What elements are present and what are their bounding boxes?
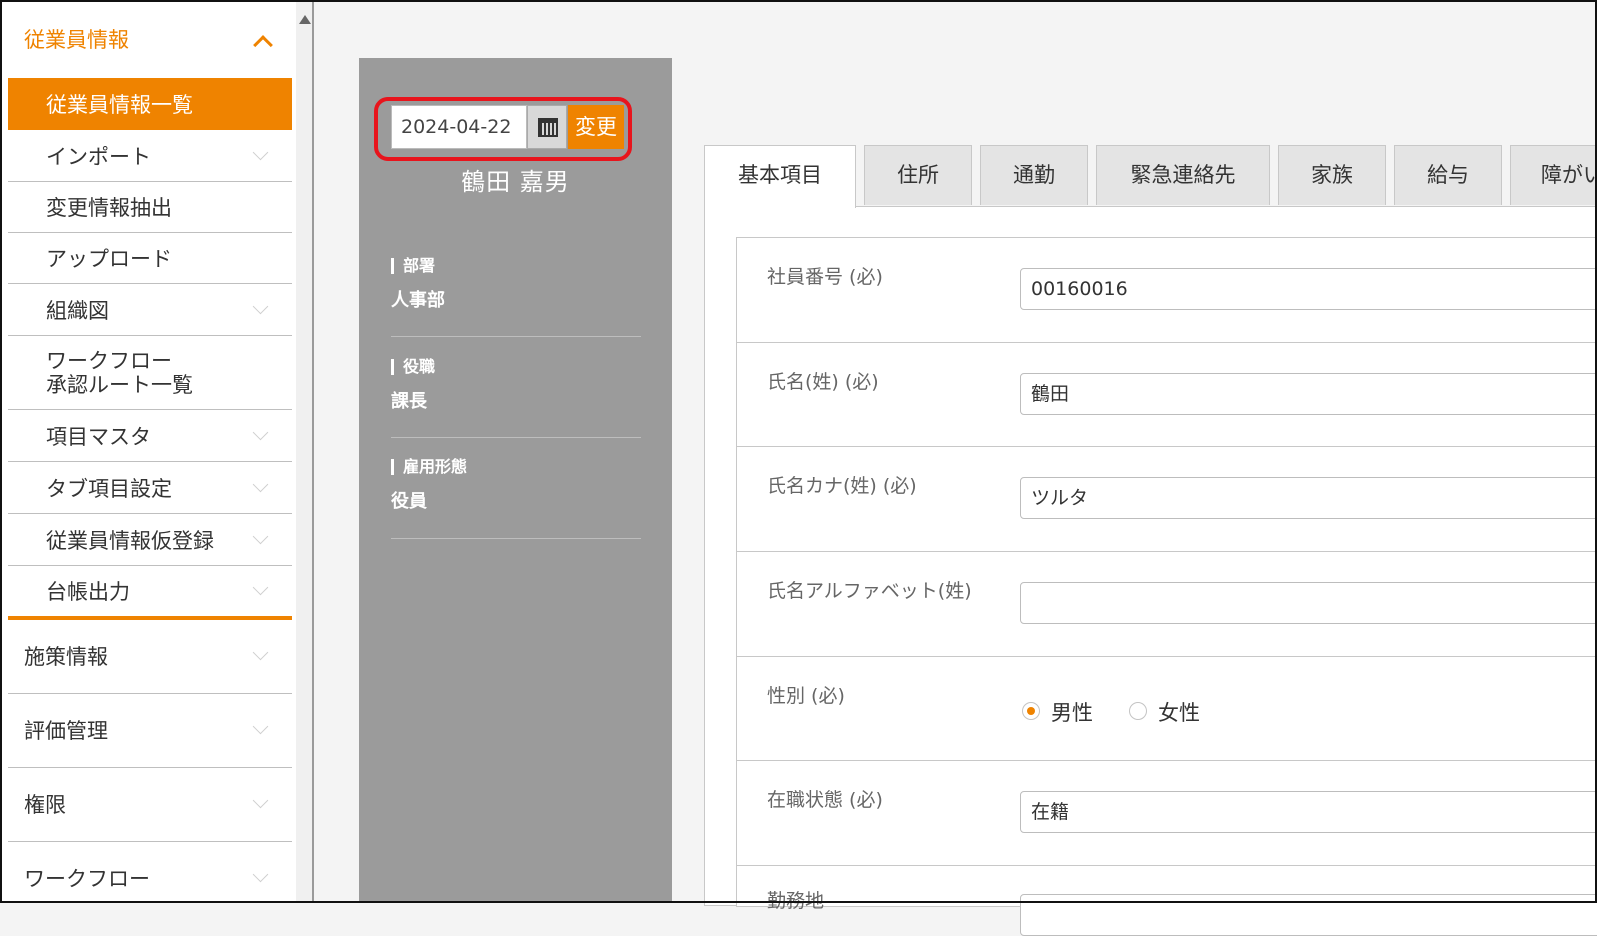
sidebar-section-workflow[interactable]: ワークフロー bbox=[8, 842, 292, 903]
sidebar-section-label: 従業員情報 bbox=[24, 28, 129, 52]
sidebar-section-label: 施策情報 bbox=[24, 645, 108, 669]
form-row-last-name-alpha: 氏名アルファベット(姓) bbox=[737, 552, 1597, 657]
sidebar-item-label: ワークフロー 承認ルート一覧 bbox=[46, 348, 193, 397]
sidebar-item-change-extract[interactable]: 変更情報抽出 bbox=[8, 182, 292, 233]
sidebar-item-employee-list[interactable]: 従業員情報一覧 bbox=[8, 78, 292, 130]
sidebar-item-upload[interactable]: アップロード bbox=[8, 233, 292, 284]
sidebar-section-permissions[interactable]: 権限 bbox=[8, 768, 292, 840]
sidebar-item-ledger-output[interactable]: 台帳出力 bbox=[8, 566, 292, 616]
tab-basic[interactable]: 基本項目 bbox=[704, 145, 856, 208]
chevron-down-icon bbox=[252, 792, 269, 809]
form-row-last-name: 氏名(姓) (必) 鶴田 bbox=[737, 343, 1597, 447]
employee-profile-panel: 2024-04-22 変更 鶴田 嘉男 部署 人事部 役職 課長 雇用形態 役員 bbox=[359, 58, 672, 903]
chevron-down-icon bbox=[252, 144, 269, 160]
form-row-work-location: 勤務地 bbox=[737, 866, 1597, 936]
sidebar-item-label: 項目マスタ bbox=[46, 424, 151, 449]
employee-no-input[interactable]: 00160016 bbox=[1020, 268, 1597, 310]
tab-family[interactable]: 家族 bbox=[1278, 145, 1386, 205]
sidebar-item-label: アップロード bbox=[46, 247, 172, 271]
last-name-alpha-label: 氏名アルファベット(姓) bbox=[767, 580, 972, 602]
sidebar-item-label: 変更情報抽出 bbox=[46, 196, 172, 220]
employment-status-input[interactable]: 在籍 bbox=[1020, 791, 1597, 833]
profile-divider bbox=[391, 336, 641, 337]
gender-male-label[interactable]: 男性 bbox=[1051, 697, 1093, 727]
sidebar-section-label: 権限 bbox=[24, 793, 66, 817]
work-location-label: 勤務地 bbox=[767, 890, 825, 912]
form-row-employee-no: 社員番号 (必) 00160016 bbox=[737, 238, 1597, 343]
form-row-gender: 性別 (必) 男性 女性 bbox=[737, 657, 1597, 761]
employment-status-label: 在職状態 (必) bbox=[767, 789, 883, 811]
scroll-up-arrow-icon[interactable] bbox=[299, 15, 311, 24]
form-row-last-name-kana: 氏名カナ(姓) (必) ツルタ bbox=[737, 447, 1597, 552]
profile-divider bbox=[391, 437, 641, 438]
sidebar-item-item-master[interactable]: 項目マスタ bbox=[8, 410, 292, 462]
sidebar-section-label: ワークフロー bbox=[24, 867, 150, 891]
sidebar-scrollbar[interactable] bbox=[296, 0, 314, 903]
sidebar-item-import[interactable]: インポート bbox=[8, 130, 292, 182]
chevron-down-icon bbox=[252, 298, 269, 314]
position-value: 課長 bbox=[391, 391, 427, 412]
gender-male-radio[interactable] bbox=[1022, 702, 1040, 720]
last-name-input[interactable]: 鶴田 bbox=[1020, 373, 1597, 415]
sidebar-section-evaluation[interactable]: 評価管理 bbox=[8, 694, 292, 766]
employment-type-label: 雇用形態 bbox=[391, 459, 467, 475]
basic-info-form: 社員番号 (必) 00160016 氏名(姓) (必) 鶴田 氏名カナ(姓) (… bbox=[736, 237, 1597, 936]
chevron-down-icon bbox=[252, 476, 269, 492]
sidebar-item-tab-settings[interactable]: タブ項目設定 bbox=[8, 462, 292, 514]
tab-disability[interactable]: 障がい bbox=[1510, 145, 1597, 205]
gender-female-radio[interactable] bbox=[1129, 702, 1147, 720]
employee-name: 鶴田 嘉男 bbox=[461, 168, 570, 196]
last-name-kana-input[interactable]: ツルタ bbox=[1020, 477, 1597, 519]
sidebar-item-label: タブ項目設定 bbox=[46, 476, 172, 501]
gender-label: 性別 (必) bbox=[767, 685, 845, 707]
sidebar-item-label: 従業員情報一覧 bbox=[46, 93, 193, 117]
sidebar-item-label: インポート bbox=[46, 144, 151, 169]
gender-female-label[interactable]: 女性 bbox=[1158, 697, 1200, 727]
form-row-employment-status: 在職状態 (必) 在籍 bbox=[737, 761, 1597, 866]
sidebar-item-label: 従業員情報仮登録 bbox=[46, 528, 214, 553]
chevron-down-icon bbox=[252, 866, 269, 883]
position-label: 役職 bbox=[391, 359, 435, 375]
tab-commute[interactable]: 通勤 bbox=[980, 145, 1088, 205]
tab-salary[interactable]: 給与 bbox=[1394, 145, 1502, 205]
profile-divider bbox=[391, 538, 641, 539]
sidebar-section-label: 評価管理 bbox=[24, 719, 108, 743]
work-location-input[interactable] bbox=[1020, 894, 1597, 936]
sidebar-item-label: 組織図 bbox=[46, 298, 109, 323]
highlight-annotation bbox=[374, 97, 632, 161]
last-name-alpha-input[interactable] bbox=[1020, 582, 1597, 624]
chevron-down-icon bbox=[252, 644, 269, 661]
chevron-down-icon bbox=[252, 718, 269, 735]
sidebar: 従業員情報 従業員情報一覧 インポート 変更情報抽出 アップロード 組織図 ワー… bbox=[0, 0, 296, 903]
sidebar-item-workflow-routes[interactable]: ワークフロー 承認ルート一覧 bbox=[8, 336, 292, 410]
department-value: 人事部 bbox=[391, 290, 445, 311]
sidebar-section-employee-info[interactable]: 従業員情報 bbox=[8, 14, 292, 64]
chevron-down-icon bbox=[252, 528, 269, 544]
last-name-label: 氏名(姓) (必) bbox=[767, 371, 879, 393]
sidebar-item-label: 台帳出力 bbox=[46, 580, 130, 604]
sidebar-item-org-chart[interactable]: 組織図 bbox=[8, 284, 292, 336]
employee-no-label: 社員番号 (必) bbox=[767, 266, 883, 288]
department-label: 部署 bbox=[391, 258, 435, 274]
chevron-down-icon bbox=[252, 424, 269, 440]
chevron-up-icon bbox=[253, 35, 273, 55]
sidebar-item-temp-registration[interactable]: 従業員情報仮登録 bbox=[8, 514, 292, 566]
chevron-down-icon bbox=[252, 579, 269, 596]
last-name-kana-label: 氏名カナ(姓) (必) bbox=[767, 475, 917, 497]
employment-type-value: 役員 bbox=[391, 491, 427, 512]
sidebar-section-measures[interactable]: 施策情報 bbox=[8, 620, 292, 692]
tab-address[interactable]: 住所 bbox=[864, 145, 972, 205]
tab-emergency-contact[interactable]: 緊急連絡先 bbox=[1096, 145, 1270, 205]
